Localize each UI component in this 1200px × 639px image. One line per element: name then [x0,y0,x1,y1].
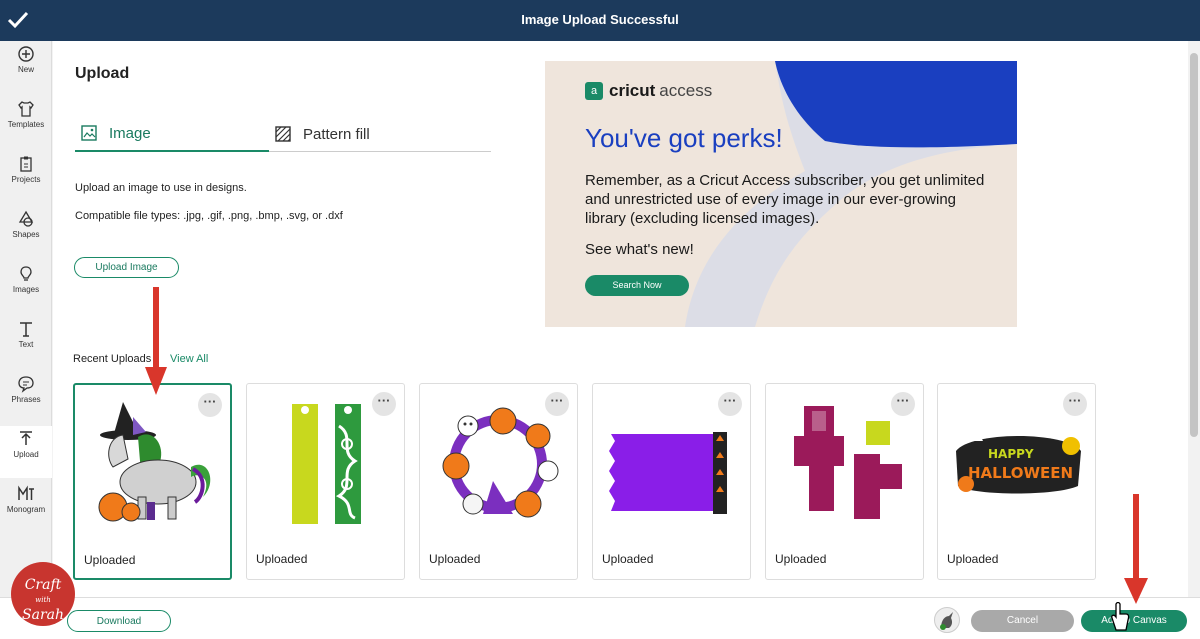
logo-line: with [35,596,51,604]
image-icon [81,125,97,141]
cricut-access-logo: a cricut access [585,81,712,101]
avatar[interactable] [934,607,960,633]
file-types-text: Compatible file types: .jpg, .gif, .png,… [75,210,343,222]
download-button[interactable]: Download [67,610,171,632]
more-options-icon[interactable]: ··· [1063,392,1087,416]
top-bar: Image Upload Successful [0,0,1200,41]
annotation-arrow-down [1124,494,1148,604]
unicorn-avatar-icon [940,612,953,630]
upload-description: Upload an image to use in designs. [75,182,247,194]
sidebar-item-label: Monogram [6,505,46,514]
upload-tabs: Image Pattern fill [75,116,491,152]
svg-text:HAPPY: HAPPY [988,447,1034,461]
banner-subheading: See what's new! [585,241,694,258]
bottom-action-bar: Download Cancel Add to Canvas [0,597,1200,639]
upload-card[interactable]: ··· Uploaded [246,383,405,580]
happy-halloween-sign-thumbnail: HAPPY HALLOWEEN [956,429,1081,494]
text-icon [20,322,32,337]
shirt-icon [18,101,34,117]
sidebar-item-upload[interactable]: Upload [0,426,52,478]
card-label: Uploaded [775,552,827,566]
brand-suffix: access [659,81,713,100]
unicorn-witch-thumbnail [98,402,211,522]
upload-card[interactable]: ··· Uploaded [765,383,924,580]
upload-card[interactable]: ··· Uploaded [419,383,578,580]
logo-line: Craft [24,577,62,593]
upload-card[interactable]: ··· Uploaded [592,383,751,580]
upload-heading: Upload [75,65,130,82]
sidebar-item-monogram[interactable]: Monogram [0,481,52,533]
annotation-arrow-down [145,287,167,395]
sidebar-item-label: Upload [13,450,39,459]
brand-name: cricut [609,81,656,100]
sidebar-item-label: New [17,65,34,74]
pattern-icon [275,126,291,142]
more-options-icon[interactable]: ··· [718,392,742,416]
lightbulb-icon [20,266,32,281]
hand-cursor-icon [1111,602,1130,631]
card-label: Uploaded [84,553,136,567]
upload-icon [20,431,32,445]
sidebar-item-label: Shapes [12,230,40,239]
recent-uploads-label: Recent Uploads [73,353,152,365]
upload-panel: Upload Image Pattern fill Upload an imag… [53,41,1188,597]
card-label: Uploaded [256,552,308,566]
clipboard-icon [20,156,32,172]
page-title: Image Upload Successful [521,12,679,27]
monogram-icon [18,485,34,500]
sidebar-item-projects[interactable]: Projects [0,151,52,203]
sidebar-item-label: Projects [11,175,41,184]
sidebar-item-new[interactable]: New [0,41,52,93]
cricut-logo-icon: a [585,82,603,100]
add-to-canvas-button[interactable]: Add to Canvas [1081,610,1187,632]
tab-label: Pattern fill [303,125,370,143]
card-label: Uploaded [429,552,481,566]
tab-pattern-fill[interactable]: Pattern fill [273,116,370,152]
banner-headline: You've got perks! [585,123,783,153]
sidebar-item-text[interactable]: Text [0,316,52,368]
sidebar-item-label: Templates [7,120,45,129]
scrollbar-thumb[interactable] [1190,53,1198,437]
svg-text:HALLOWEEN: HALLOWEEN [968,464,1073,482]
sidebar-item-label: Phrases [11,395,41,404]
more-options-icon[interactable]: ··· [372,392,396,416]
speech-bubble-icon [18,376,34,393]
banner-body: Remember, as a Cricut Access subscriber,… [585,172,985,227]
shapes-icon [18,210,34,227]
more-options-icon[interactable]: ··· [198,393,222,417]
upload-card[interactable]: ··· Uploaded [73,383,232,580]
sidebar-item-templates[interactable]: Templates [0,96,52,148]
tab-label: Image [109,124,151,142]
sidebar: New Templates Projects Shapes Images Tex… [0,41,52,639]
sidebar-item-images[interactable]: Images [0,261,52,313]
cricut-access-banner: a cricut access You've got perks! Rememb… [545,61,1017,327]
plus-circle-icon [18,46,34,62]
upload-card[interactable]: HAPPY HALLOWEEN ··· Uploaded [937,383,1096,580]
bookmarks-thumbnail [292,404,361,524]
card-label: Uploaded [602,552,654,566]
craft-with-sarah-logo: Craft with Sarah [11,562,75,626]
sidebar-item-phrases[interactable]: Phrases [0,371,52,423]
search-now-button[interactable]: Search Now [585,275,689,296]
treat-box-thumbnail [794,406,902,519]
halloween-wreath-thumbnail [442,407,559,518]
sidebar-item-label: Text [18,340,34,349]
upload-image-button[interactable]: Upload Image [74,257,179,278]
cancel-button[interactable]: Cancel [971,610,1074,632]
view-all-link[interactable]: View All [170,353,208,365]
scrollbar[interactable] [1188,41,1200,597]
tab-image[interactable]: Image [75,116,269,152]
purple-banner-thumbnail [609,432,727,514]
more-options-icon[interactable]: ··· [891,392,915,416]
sidebar-item-label: Images [12,285,40,294]
sidebar-item-shapes[interactable]: Shapes [0,206,52,258]
card-label: Uploaded [947,552,999,566]
logo-line: Sarah [22,607,64,623]
more-options-icon[interactable]: ··· [545,392,569,416]
